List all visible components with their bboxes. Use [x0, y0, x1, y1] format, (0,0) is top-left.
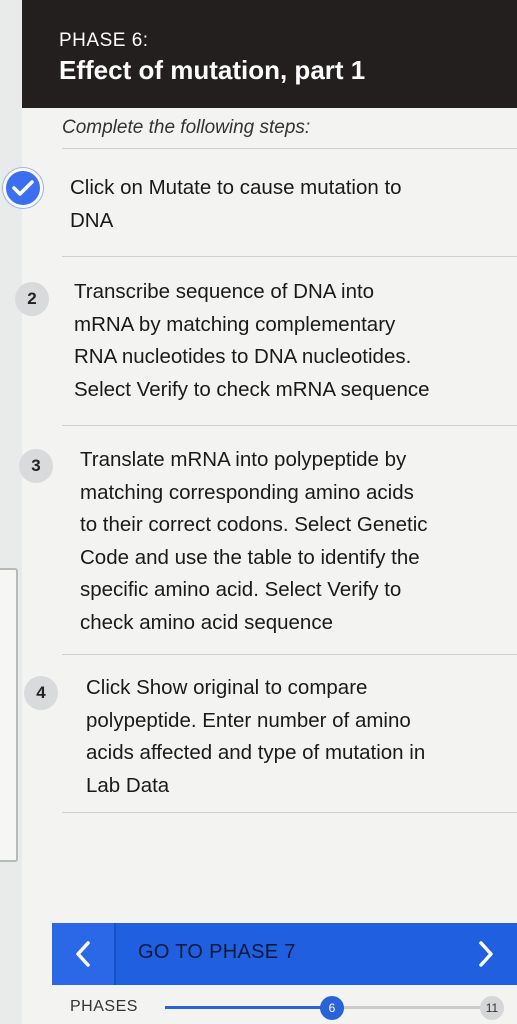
current-phase-marker[interactable]: 6 — [320, 996, 344, 1020]
divider — [62, 654, 517, 655]
phases-progress: PHASES 6 11 — [0, 990, 517, 1024]
nav-separator — [114, 923, 116, 985]
step-3-text: Translate mRNA into polypeptide by match… — [80, 448, 428, 634]
chevron-right-icon — [479, 941, 493, 967]
step-4-badge: 4 — [24, 676, 58, 710]
divider — [62, 425, 517, 426]
phases-label: PHASES — [70, 998, 138, 1015]
phase-navigation-bar: GO TO PHASE 7 — [52, 923, 517, 985]
divider — [62, 148, 517, 149]
phase-header: PHASE 6: Effect of mutation, part 1 — [22, 0, 517, 108]
check-icon — [12, 180, 34, 196]
previous-phase-button[interactable] — [52, 923, 114, 985]
page-title: Effect of mutation, part 1 — [59, 55, 366, 85]
next-phase-button[interactable] — [455, 923, 517, 985]
go-to-phase-label[interactable]: GO TO PHASE 7 — [138, 941, 296, 964]
total-phases-marker[interactable]: 11 — [480, 996, 504, 1020]
step-4-text: Click Show original to compare polypepti… — [86, 676, 426, 797]
phases-track-fill — [165, 1006, 323, 1009]
step-2-text: Transcribe sequence of DNA into mRNA by … — [74, 280, 430, 401]
chevron-left-icon — [76, 941, 90, 967]
divider — [62, 812, 517, 813]
step-3-badge: 3 — [19, 449, 53, 483]
step-1-complete-badge — [3, 168, 43, 208]
instructions-text: Complete the following steps: — [62, 117, 311, 138]
step-2-badge: 2 — [15, 282, 49, 316]
side-panel-edge — [0, 568, 18, 862]
phase-label: PHASE 6: — [59, 30, 149, 51]
divider — [62, 256, 517, 257]
step-1-text: Click on Mutate to cause mutation to DNA — [70, 176, 402, 232]
